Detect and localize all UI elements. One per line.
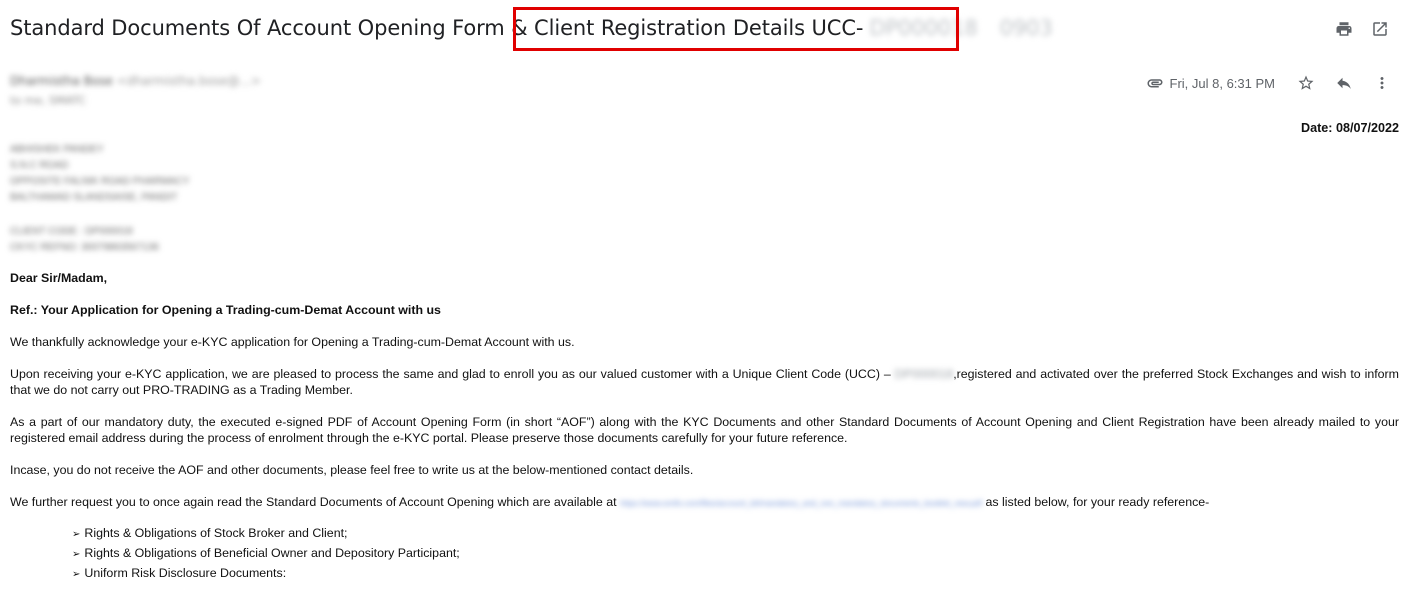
list-item: ➢ Uniform Risk Disclosure Documents:	[72, 566, 287, 580]
print-icon[interactable]	[1335, 20, 1353, 38]
reference-line: Ref.: Your Application for Opening a Tra…	[10, 303, 441, 317]
document-list: ➢ Rights & Obligations of Stock Broker an…	[72, 524, 1399, 584]
open-in-new-icon[interactable]	[1371, 20, 1389, 38]
letter-date: Date: 08/07/2022	[1300, 121, 1399, 135]
paragraph-1: We thankfully acknowledge your e-KYC app…	[10, 335, 575, 349]
star-icon[interactable]	[1297, 74, 1315, 92]
more-vert-icon[interactable]	[1373, 74, 1391, 92]
subject-redacted-suffix: 0903	[999, 16, 1053, 40]
salutation: Dear Sir/Madam,	[10, 271, 108, 285]
documents-link[interactable]: https://www.smifs.com/files/account_kit/…	[620, 496, 982, 512]
address-block: ABHISHEK PANDEY S.N.C ROAD OPPOSITE FALN…	[10, 144, 190, 203]
message-date: Fri, Jul 8, 6:31 PM	[1169, 75, 1275, 91]
message-meta: Fri, Jul 8, 6:31 PM	[1146, 74, 1391, 92]
sender-name[interactable]: Dharmistha Bose <dharmistha.bose@...>	[10, 74, 261, 88]
sender-info: Dharmistha Bose <dharmistha.bose@...> to…	[10, 74, 261, 107]
email-body: Date: 08/07/2022 ABHISHEK PANDEY S.N.C R…	[10, 120, 1399, 584]
list-item: ➢ Rights & Obligations of Stock Broker an…	[72, 526, 348, 540]
subject-actions	[1335, 20, 1389, 38]
attachment-icon	[1146, 74, 1164, 92]
client-code-block: CLIENT CODE : DP000018 CKYC REFNO: 30079…	[10, 226, 159, 253]
redacted-ucc: DP000018	[894, 367, 954, 381]
paragraph-3: As a part of our mandatory duty, the exe…	[10, 415, 1399, 445]
reply-icon[interactable]	[1335, 74, 1353, 92]
paragraph-5: We further request you to once again rea…	[10, 494, 1399, 512]
list-item: ➢ Rights & Obligations of Beneficial Owne…	[72, 546, 460, 560]
paragraph-2: Upon receiving your e-KYC application, w…	[10, 367, 1399, 397]
paragraph-4: Incase, you do not receive the AOF and o…	[10, 463, 694, 477]
highlight-annotation	[513, 7, 959, 51]
recipient-line[interactable]: to me, SMATC	[10, 94, 261, 107]
